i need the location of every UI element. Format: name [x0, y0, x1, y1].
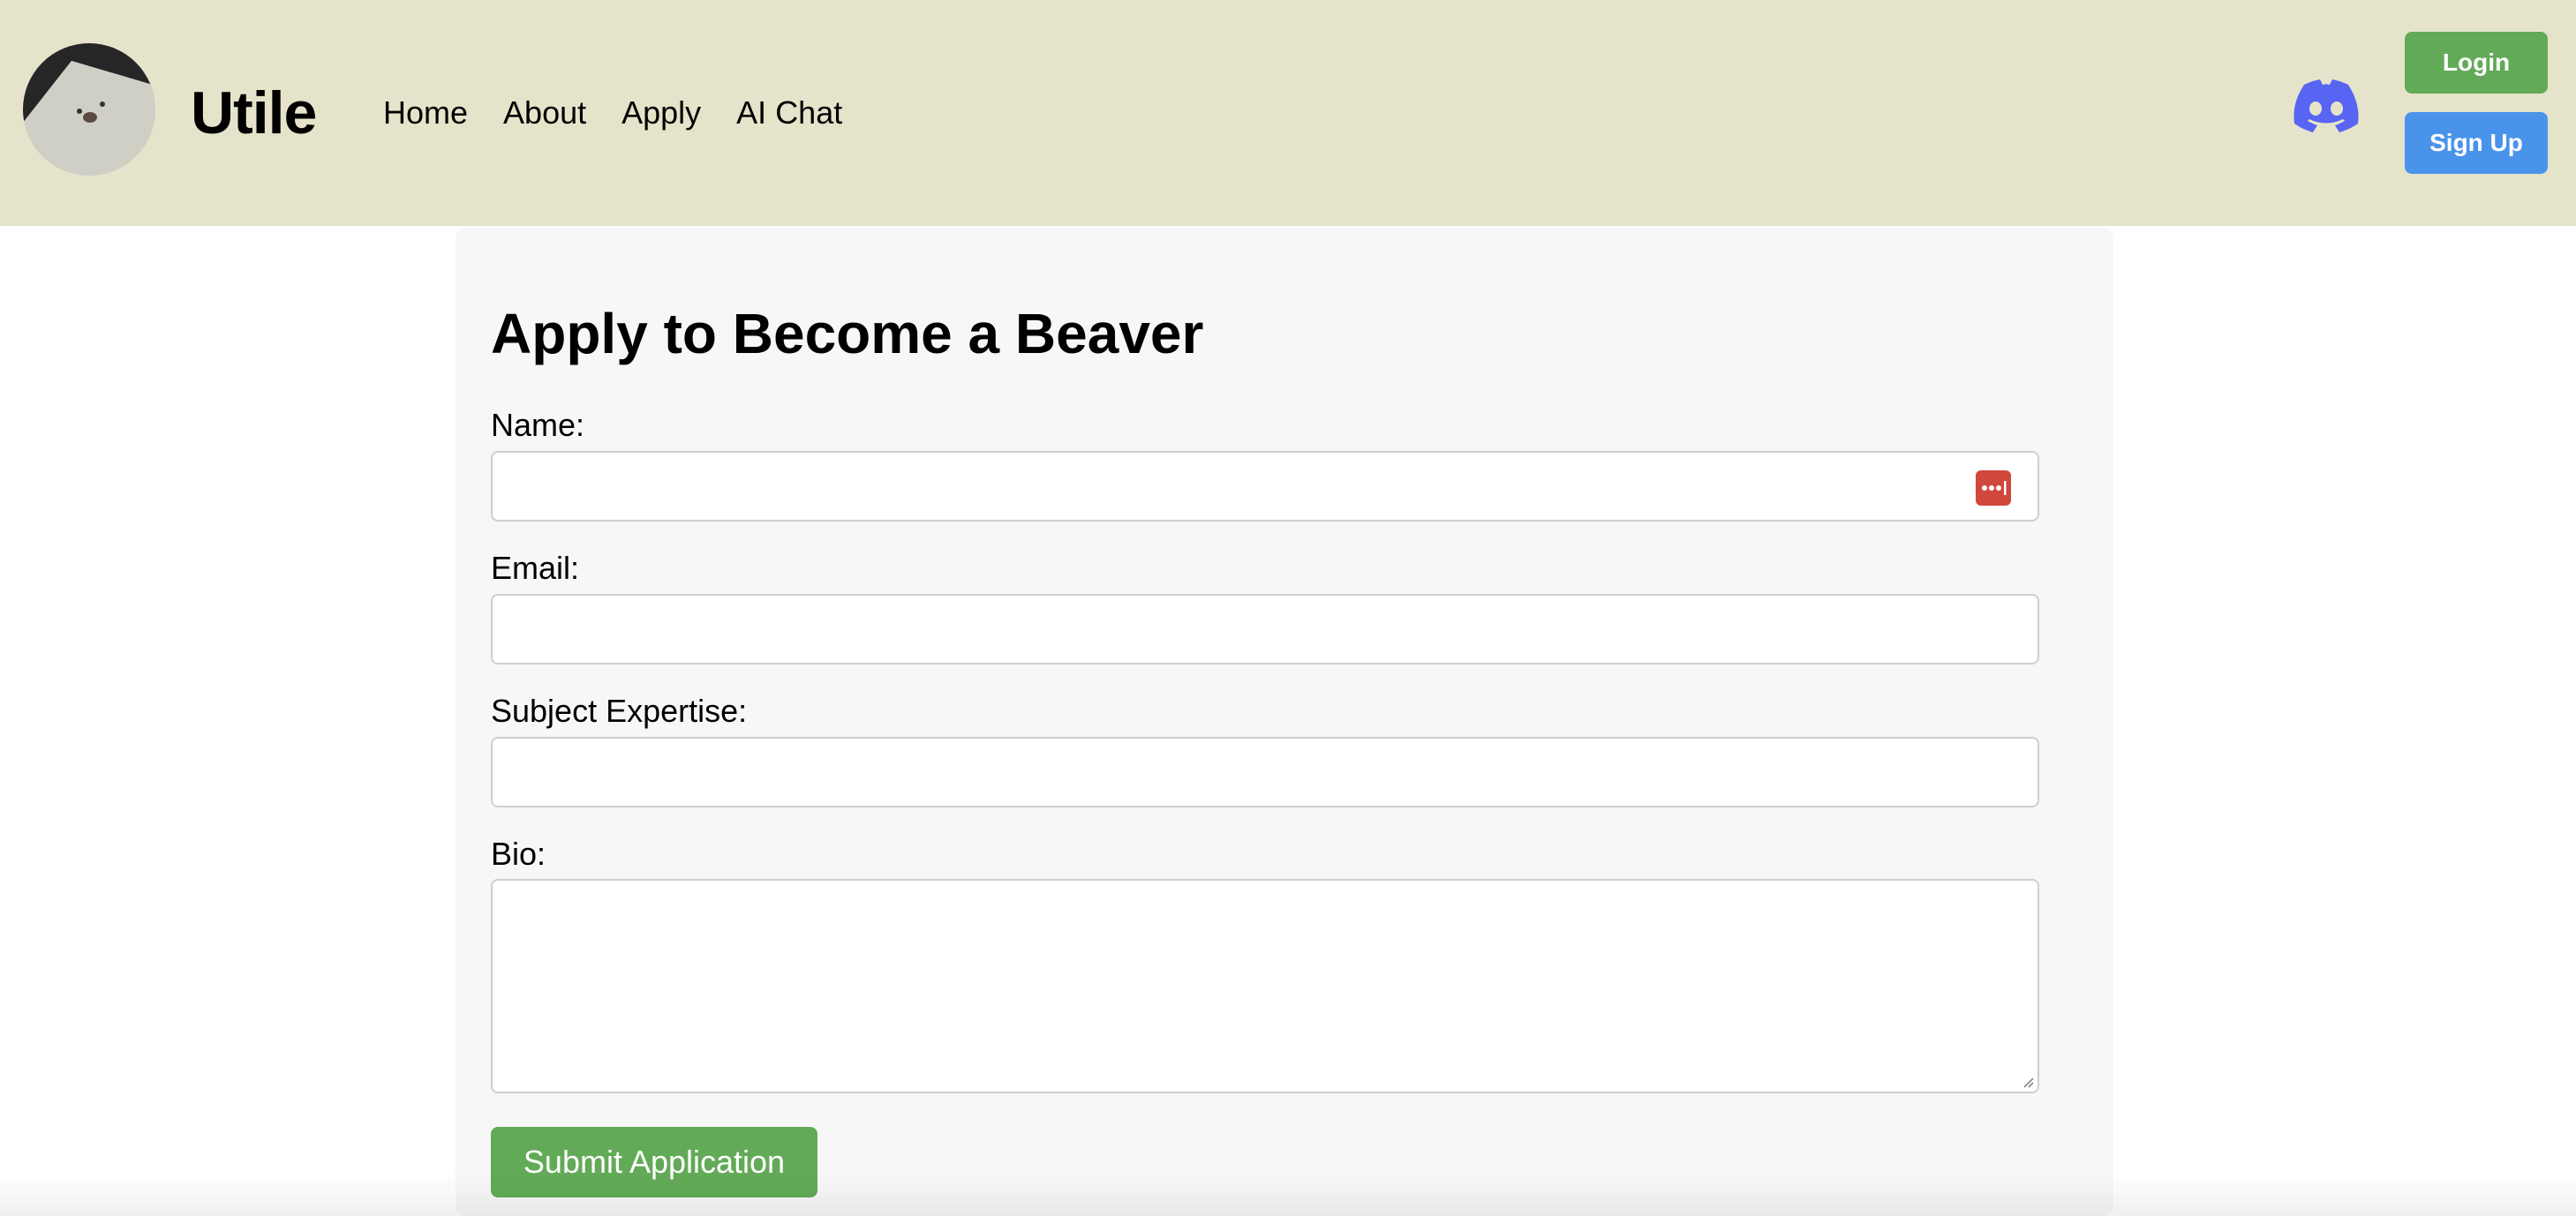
email-label: Email:	[491, 550, 580, 586]
bio-label: Bio:	[491, 836, 546, 872]
page-title: Apply to Become a Beaver	[491, 302, 1204, 365]
name-label: Name:	[491, 407, 585, 443]
signup-button[interactable]: Sign Up	[2405, 112, 2548, 174]
name-field[interactable]	[491, 451, 2039, 522]
site-header: Utile Home About Apply AI Chat Login Sig…	[0, 0, 2576, 226]
nav-about[interactable]: About	[503, 94, 586, 132]
main-nav: Home About Apply AI Chat	[383, 94, 842, 132]
email-field[interactable]	[491, 594, 2039, 664]
password-manager-icon[interactable]	[1976, 470, 2011, 506]
nav-apply[interactable]: Apply	[621, 94, 701, 132]
nav-home[interactable]: Home	[383, 94, 468, 132]
discord-icon[interactable]	[2294, 79, 2359, 132]
beaver-avatar-icon	[23, 43, 155, 176]
subject-expertise-label: Subject Expertise:	[491, 693, 748, 729]
login-button[interactable]: Login	[2405, 32, 2548, 94]
brand-name[interactable]: Utile	[191, 78, 317, 148]
site-logo[interactable]	[23, 43, 155, 176]
bottom-shadow	[0, 1174, 2576, 1216]
bio-textarea[interactable]	[491, 879, 2039, 1093]
nav-ai-chat[interactable]: AI Chat	[736, 94, 842, 132]
subject-expertise-field[interactable]	[491, 737, 2039, 807]
resize-handle-icon[interactable]	[2022, 1076, 2034, 1088]
